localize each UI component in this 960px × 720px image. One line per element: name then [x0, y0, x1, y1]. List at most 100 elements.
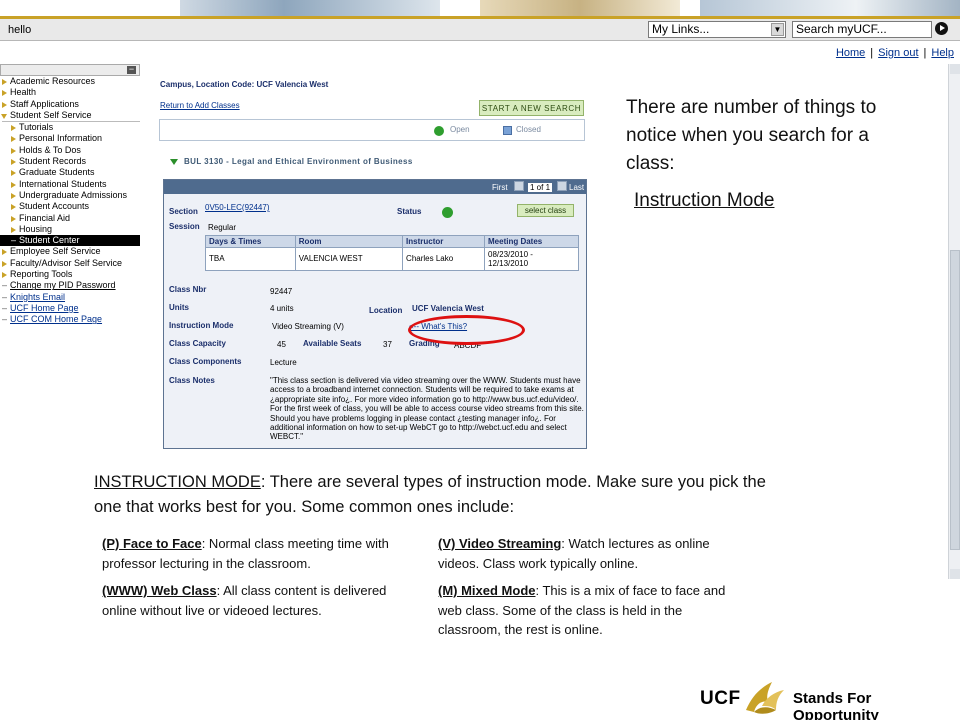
col-meeting-dates: Meeting Dates — [484, 235, 579, 248]
instruction-mode-heading: Instruction Mode — [634, 190, 775, 211]
instruction-mode-explanation: INSTRUCTION MODE: There are several type… — [94, 470, 774, 520]
section-link[interactable]: 0V50-LEC(92447) — [205, 203, 269, 212]
dash-icon: – — [2, 314, 8, 325]
col-room: Room — [294, 235, 404, 248]
sidebar-item-tutorials[interactable]: Tutorials — [0, 122, 140, 133]
sidebar-item-staff-applications[interactable]: Staff Applications — [0, 99, 140, 110]
open-status-icon — [434, 126, 444, 136]
sidebar-item-personal-information[interactable]: Personal Information — [0, 133, 140, 144]
sidebar-item-student-accounts[interactable]: Student Accounts — [0, 201, 140, 212]
greeting: hello — [8, 24, 32, 36]
sign-out-link[interactable]: Sign out — [878, 47, 918, 59]
mode-mixed-mode: (M) Mixed Mode: This is a mix of face to… — [438, 583, 726, 637]
sidebar-item-housing[interactable]: Housing — [0, 224, 140, 235]
sidebar-item-student-self-service[interactable]: Student Self Service — [0, 110, 140, 121]
vertical-scrollbar[interactable] — [948, 64, 960, 579]
class-capacity-label: Class Capacity — [169, 339, 226, 348]
chevron-down-icon[interactable]: ▼ — [771, 23, 784, 36]
class-notes-value: "This class section is delivered via vid… — [270, 376, 584, 442]
sidebar-item-academic-resources[interactable]: Academic Resources — [0, 76, 140, 87]
my-links-value: My Links... — [652, 22, 710, 36]
instruction-mode-value: Video Streaming (V) — [272, 322, 344, 331]
closed-status-icon — [503, 126, 512, 135]
tagline: Stands For Opportunity — [793, 690, 879, 720]
start-new-search-button[interactable]: START A NEW SEARCH — [479, 100, 584, 116]
dash-icon: – — [2, 280, 8, 291]
help-link[interactable]: Help — [931, 47, 954, 59]
intro-text: There are number of things to notice whe… — [626, 97, 877, 174]
sidebar-item-graduate-students[interactable]: Graduate Students — [0, 167, 140, 178]
class-capacity-value: 45 — [277, 340, 286, 349]
sidebar-item-faculty-advisor[interactable]: Faculty/Advisor Self Service — [0, 258, 140, 269]
sidebar-item-holds[interactable]: Holds & To Dos — [0, 145, 140, 156]
sidebar-nav: − Academic Resources Health Staff Applic… — [0, 64, 140, 326]
ucf-logo-text: UCF — [700, 688, 741, 709]
sidebar-item-undergraduate-admissions[interactable]: Undergraduate Admissions — [0, 190, 140, 201]
return-to-add-classes-link[interactable]: Return to Add Classes — [160, 101, 240, 110]
scroll-down-icon[interactable] — [950, 569, 960, 579]
next-page-icon[interactable] — [557, 181, 567, 191]
dash-icon: – — [11, 235, 17, 246]
prev-page-icon[interactable] — [514, 181, 524, 191]
class-search-results: Campus, Location Code: UCF Valencia West… — [155, 66, 595, 456]
sidebar-item-student-center[interactable]: – Student Center — [0, 235, 140, 247]
session-label: Session — [169, 222, 200, 231]
chevron-down-icon[interactable] — [170, 158, 178, 165]
class-components-value: Lecture — [270, 358, 297, 367]
sidebar-item-financial-aid[interactable]: Financial Aid — [0, 213, 140, 224]
header-banner — [0, 0, 960, 16]
sidebar-item-international-students[interactable]: International Students — [0, 179, 140, 190]
class-notes-label: Class Notes — [169, 376, 215, 385]
collapse-icon[interactable]: − — [127, 65, 136, 74]
pager-count: 1 of 1 — [528, 183, 553, 192]
legend-open-label: Open — [450, 125, 470, 134]
search-placeholder: Search myUCF... — [796, 22, 887, 36]
sidebar-header: − — [0, 64, 140, 76]
dash-icon: – — [2, 302, 8, 313]
triangle-right-icon — [2, 90, 7, 97]
triangle-right-icon — [11, 147, 16, 154]
pager-last[interactable]: Last — [569, 183, 584, 192]
course-title[interactable]: BUL 3130 - Legal and Ethical Environment… — [170, 157, 413, 166]
triangle-right-icon — [11, 215, 16, 222]
triangle-right-icon — [11, 204, 16, 211]
units-value: 4 units — [270, 304, 294, 313]
col-instructor: Instructor — [402, 235, 485, 248]
scroll-up-icon[interactable] — [950, 64, 960, 74]
triangle-down-icon — [1, 113, 7, 119]
sidebar-item-reporting-tools[interactable]: Reporting Tools — [0, 269, 140, 280]
sidebar-item-ucf-com-home[interactable]: – UCF COM Home Page — [0, 314, 140, 325]
triangle-right-icon — [2, 272, 7, 279]
triangle-right-icon — [11, 181, 16, 188]
table-row: TBA VALENCIA WEST Charles Lako 08/23/201… — [205, 247, 579, 271]
triangle-right-icon — [11, 192, 16, 199]
status-label: Status — [397, 207, 422, 216]
search-input[interactable]: Search myUCF... — [792, 21, 932, 38]
units-label: Units — [169, 303, 189, 312]
mode-video-streaming: (V) Video Streaming: Watch lectures as o… — [438, 536, 710, 571]
top-links: Home | Sign out | Help — [835, 47, 954, 59]
sidebar-item-student-records[interactable]: Student Records — [0, 156, 140, 167]
slide: hello My Links... ▼ Search myUCF... Home… — [0, 0, 960, 720]
triangle-right-icon — [11, 159, 16, 166]
sidebar-item-ucf-home[interactable]: – UCF Home Page — [0, 303, 140, 314]
sidebar-item-health[interactable]: Health — [0, 87, 140, 98]
instruction-mode-label: Instruction Mode — [169, 321, 234, 330]
pegasus-logo-icon — [746, 682, 784, 714]
available-seats-label: Available Seats — [303, 339, 362, 348]
status-legend: Open Closed — [159, 119, 585, 141]
pager-first[interactable]: First — [492, 183, 508, 192]
sidebar-item-change-pid[interactable]: – Change my PID Password — [0, 280, 140, 291]
select-class-button[interactable]: select class — [517, 204, 574, 217]
my-links-select[interactable]: My Links... ▼ — [648, 21, 786, 38]
sidebar-item-knights-email[interactable]: – Knights Email — [0, 292, 140, 303]
triangle-right-icon — [11, 170, 16, 177]
search-go-icon[interactable] — [935, 22, 948, 35]
location-value: UCF Valencia West — [412, 304, 484, 313]
scroll-thumb[interactable] — [950, 250, 960, 550]
available-seats-value: 37 — [383, 340, 392, 349]
meeting-table: Days & Times Room Instructor Meeting Dat… — [205, 235, 579, 271]
home-link[interactable]: Home — [836, 47, 865, 59]
triangle-right-icon — [2, 101, 7, 108]
sidebar-item-employee-self-service[interactable]: Employee Self Service — [0, 246, 140, 257]
